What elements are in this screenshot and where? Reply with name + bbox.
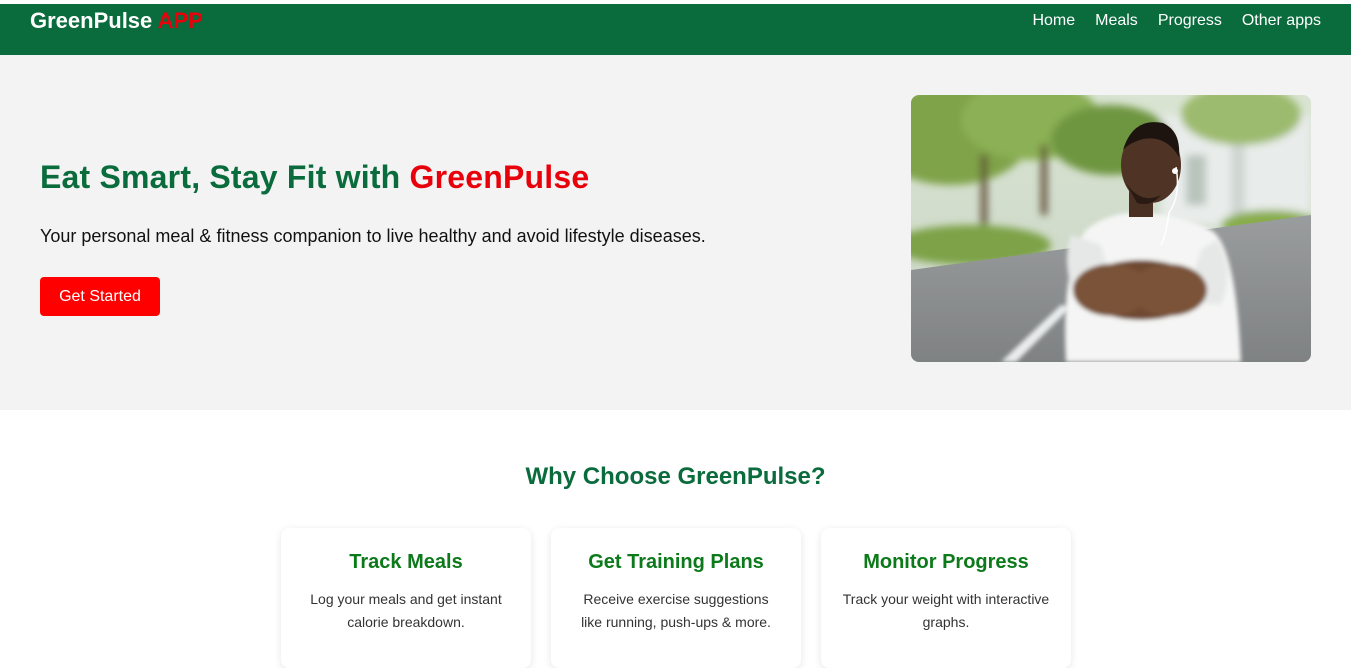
- card-text: Track your weight with interactive graph…: [842, 591, 1050, 630]
- feature-card-monitor-progress: Monitor Progress Track your weight with …: [821, 528, 1071, 668]
- brand-logo[interactable]: GreenPulse APP: [30, 8, 203, 34]
- hero-photo: [911, 95, 1311, 362]
- get-started-button[interactable]: Get Started: [40, 277, 160, 316]
- brand-name: GreenPulse: [30, 8, 153, 33]
- card-title: Monitor Progress: [863, 551, 1029, 573]
- hero-title: Eat Smart, Stay Fit with GreenPulse: [40, 158, 589, 196]
- hero-section: Eat Smart, Stay Fit with GreenPulse Your…: [0, 55, 1351, 410]
- card-title: Get Training Plans: [588, 551, 764, 573]
- nav-link-other-apps[interactable]: Other apps: [1222, 11, 1321, 31]
- brand-suffix: APP: [157, 8, 203, 33]
- card-title: Track Meals: [349, 551, 463, 573]
- card-text: Log your meals and get instant calorie b…: [310, 591, 502, 630]
- hero-title-main: Eat Smart, Stay Fit with: [40, 159, 401, 195]
- navbar: GreenPulse APP Home Meals Progress Other…: [0, 4, 1351, 55]
- feature-card-track-meals: Track Meals Log your meals and get insta…: [281, 528, 531, 668]
- feature-card-training-plans: Get Training Plans Receive exercise sugg…: [551, 528, 801, 668]
- nav-link-progress[interactable]: Progress: [1138, 11, 1222, 31]
- features-title: Why Choose GreenPulse?: [525, 463, 826, 490]
- hero-title-accent: GreenPulse: [409, 159, 590, 195]
- nav-link-home[interactable]: Home: [1012, 11, 1075, 31]
- hero-subtitle: Your personal meal & fitness companion t…: [40, 226, 706, 246]
- nav-menu: Home Meals Progress Other apps: [1012, 11, 1321, 31]
- nav-link-meals[interactable]: Meals: [1075, 11, 1138, 31]
- card-text: Receive exercise suggestions like runnin…: [581, 591, 771, 630]
